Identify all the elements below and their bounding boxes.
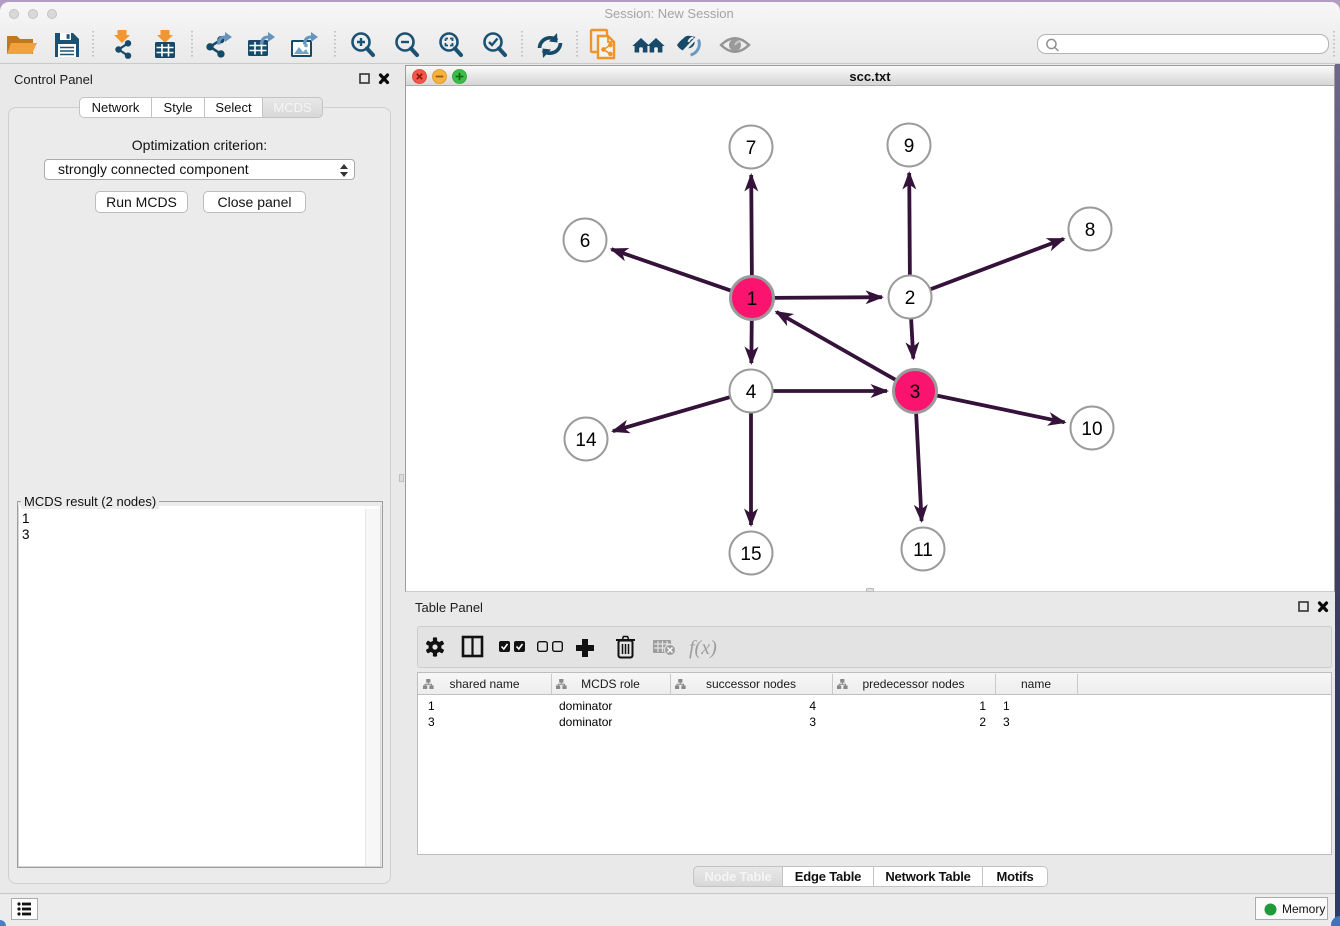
svg-text:9: 9 [904, 136, 915, 157]
svg-text:14: 14 [575, 430, 597, 451]
svg-text:11: 11 [913, 540, 933, 561]
svg-text:1: 1 [747, 289, 758, 310]
svg-text:3: 3 [910, 382, 921, 403]
svg-text:10: 10 [1081, 419, 1102, 440]
svg-text:f(x): f(x) [689, 637, 717, 659]
svg-text:7: 7 [746, 138, 757, 159]
svg-text:6: 6 [580, 231, 591, 252]
svg-text:15: 15 [740, 544, 761, 565]
svg-text:8: 8 [1085, 220, 1096, 241]
svg-text:2: 2 [905, 288, 916, 309]
svg-text:4: 4 [746, 382, 757, 403]
